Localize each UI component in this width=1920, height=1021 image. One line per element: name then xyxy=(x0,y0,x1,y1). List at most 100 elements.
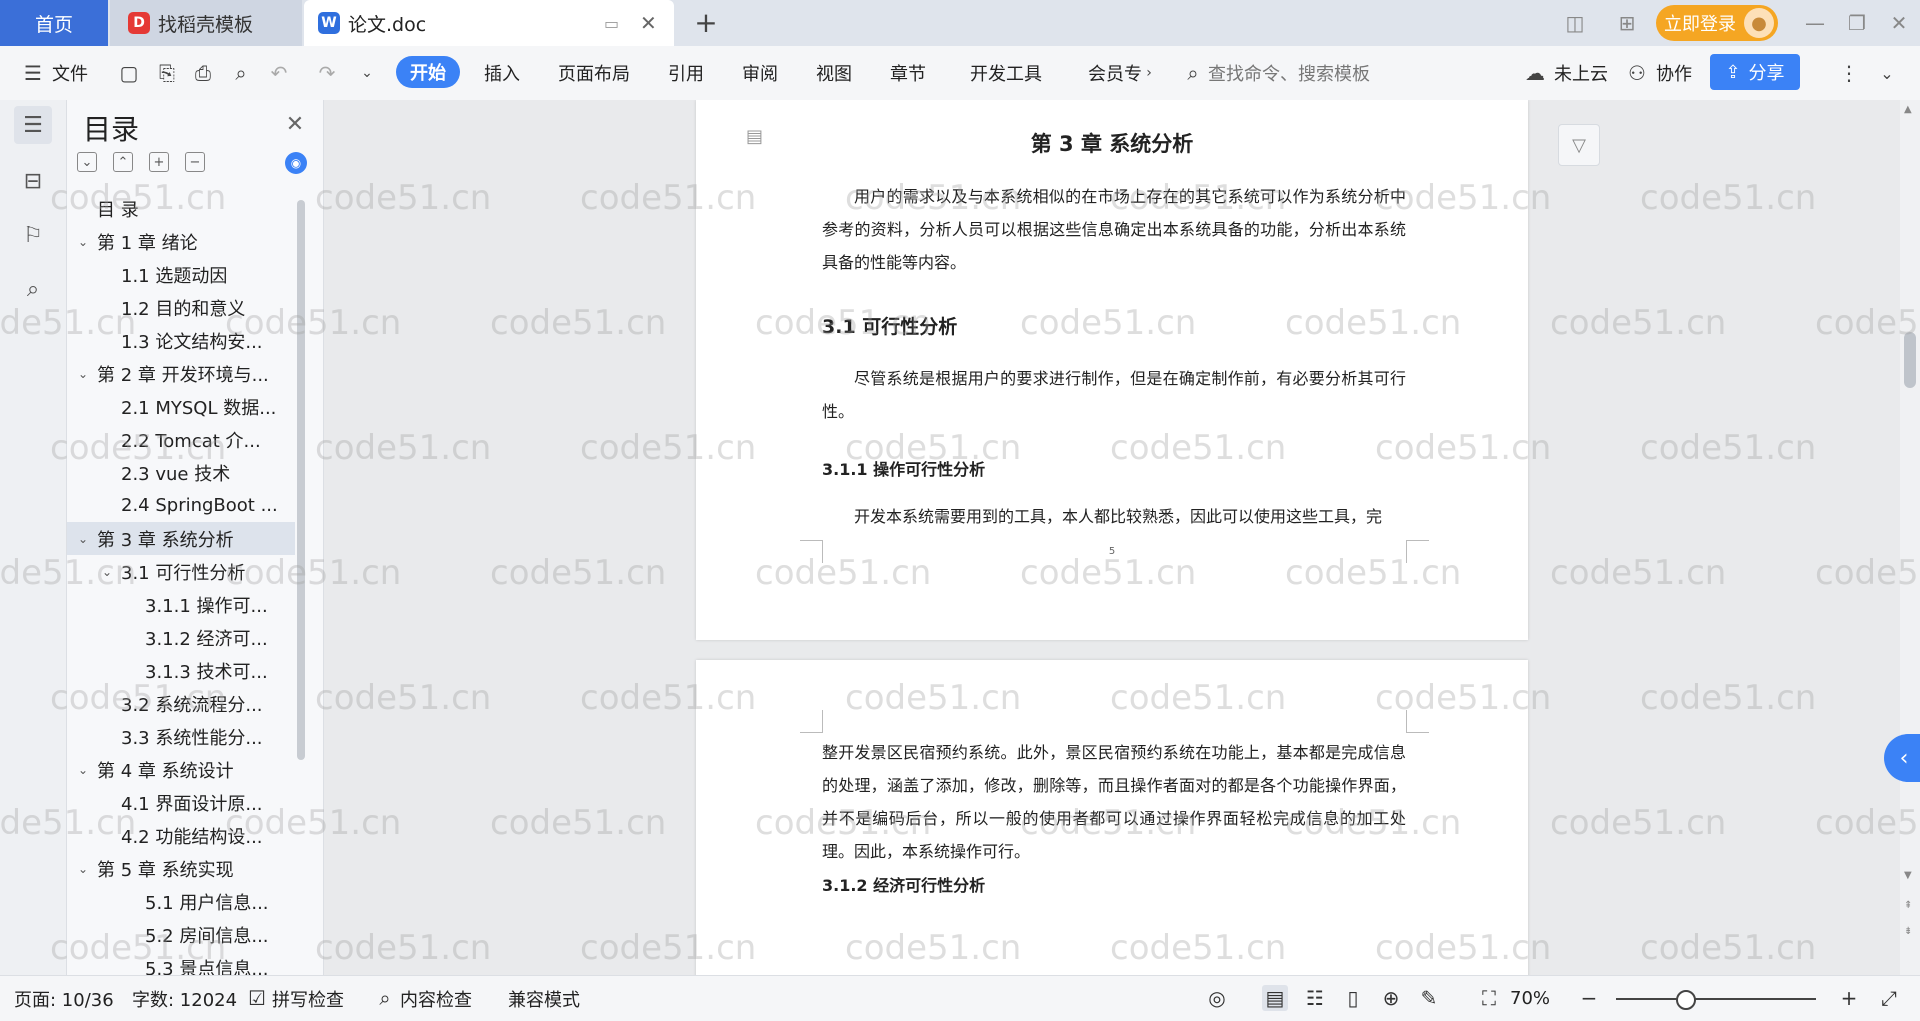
content-check-button[interactable]: 内容检查 xyxy=(400,976,472,1021)
tab-view[interactable]: 视图 xyxy=(816,46,852,100)
toc-item[interactable]: ⌄ 3.1 可行性分析 xyxy=(67,555,295,588)
page-indicator[interactable]: 页面: 10/36 xyxy=(14,976,114,1021)
toc-item[interactable]: 2.1 MYSQL 数据... xyxy=(67,390,295,423)
toc-item[interactable]: ⌄ 第 4 章 系统设计 xyxy=(67,753,295,786)
menu-icon[interactable]: ☰ xyxy=(20,60,46,86)
pin-window-icon[interactable]: ▭ xyxy=(604,14,619,33)
chevron-down-icon[interactable]: ⌄ xyxy=(75,532,91,546)
web-view-icon[interactable]: ⊕ xyxy=(1378,985,1404,1011)
toc-item[interactable]: 3.1.1 操作可... xyxy=(67,588,295,621)
tab-start[interactable]: 开始 xyxy=(396,56,460,88)
scroll-down-icon[interactable]: ▼ xyxy=(1904,870,1912,881)
write-mode-icon[interactable]: ✎ xyxy=(1416,985,1442,1011)
toc-item[interactable]: 4.1 界面设计原... xyxy=(67,786,295,819)
toc-item[interactable]: 3.1.3 技术可... xyxy=(67,654,295,687)
tab-chapter[interactable]: 章节 xyxy=(890,46,926,100)
tab-member[interactable]: 会员专 xyxy=(1088,46,1142,100)
export-icon[interactable]: ⎘ xyxy=(154,60,180,86)
toc-item[interactable]: 3.1.2 经济可... xyxy=(67,621,295,654)
file-menu[interactable]: 文件 xyxy=(52,46,88,100)
toc-scrollbar[interactable] xyxy=(297,200,305,760)
chevron-down-icon[interactable]: ⌄ xyxy=(75,763,91,777)
minimize-icon[interactable]: — xyxy=(1800,8,1830,38)
toc-item[interactable]: 1.1 选题动因 xyxy=(67,258,295,291)
page-view-icon[interactable]: ▤ xyxy=(1262,985,1288,1011)
spell-check-button[interactable]: 拼写检查 xyxy=(272,976,344,1021)
toc-item[interactable]: 3.3 系统性能分... xyxy=(67,720,295,753)
toc-item[interactable]: ⌄ 第 3 章 系统分析 xyxy=(67,522,295,555)
login-button[interactable]: 立即登录 ● xyxy=(1656,5,1778,41)
toc-item[interactable]: ⌄ 第 1 章 绪论 xyxy=(67,225,295,258)
add-heading-icon[interactable]: + xyxy=(149,152,169,172)
read-mode-icon[interactable]: ▯ xyxy=(1340,985,1366,1011)
collapse-up-icon[interactable]: ⌃ xyxy=(113,152,133,172)
share-button[interactable]: ⇪ 分享 xyxy=(1710,54,1800,90)
prev-page-icon[interactable]: ⇞ xyxy=(1904,900,1912,911)
bookmark-icon[interactable]: ⚐ xyxy=(14,216,52,254)
tab-home[interactable]: 首页 xyxy=(0,0,108,46)
print-icon[interactable]: ⎙ xyxy=(190,60,216,86)
toc-panel-icon[interactable]: ☰ xyxy=(14,106,52,144)
zoom-slider-handle[interactable] xyxy=(1676,990,1696,1010)
chapter-nav-icon[interactable]: ⊟ xyxy=(14,162,52,200)
filter-icon[interactable]: ▽ xyxy=(1558,124,1600,166)
toc-item[interactable]: 5.2 房间信息... xyxy=(67,918,295,951)
chevron-down-icon[interactable]: ⌄ xyxy=(99,565,115,579)
toc-item[interactable]: ⌄ 第 2 章 开发环境与... xyxy=(67,357,295,390)
tab-reference[interactable]: 引用 xyxy=(668,46,704,100)
undo-icon[interactable]: ↶ xyxy=(266,60,292,86)
quick-access-dropdown-icon[interactable]: ⌄ xyxy=(354,60,380,86)
close-icon[interactable]: ✕ xyxy=(281,110,309,138)
more-tabs-icon[interactable]: › xyxy=(1136,60,1162,86)
tab-template[interactable]: D 找稻壳模板 xyxy=(110,0,302,46)
toc-item[interactable]: 4.2 功能结构设... xyxy=(67,819,295,852)
scroll-up-icon[interactable]: ▲ xyxy=(1904,104,1912,115)
find-icon[interactable]: ⌕ xyxy=(14,270,52,308)
toc-item[interactable]: 3.2 系统流程分... xyxy=(67,687,295,720)
remove-heading-icon[interactable]: − xyxy=(185,152,205,172)
tab-review[interactable]: 审阅 xyxy=(742,46,778,100)
toc-item[interactable]: 2.4 SpringBoot ... xyxy=(67,489,295,522)
toc-item[interactable]: 2.3 vue 技术 xyxy=(67,456,295,489)
fullscreen-icon[interactable]: ⤢ xyxy=(1876,985,1902,1011)
toc-item[interactable]: 2.2 Tomcat 介... xyxy=(67,423,295,456)
toc-item[interactable]: 1.2 目的和意义 xyxy=(67,291,295,324)
redo-icon[interactable]: ↷ xyxy=(314,60,340,86)
vertical-scrollbar[interactable]: ▲ ▼ ⇞ ⇟ xyxy=(1900,100,1920,975)
apps-grid-icon[interactable]: ⊞ xyxy=(1612,8,1642,38)
tab-document[interactable]: W 论文.doc ▭ ✕ xyxy=(304,0,674,46)
zoom-in-icon[interactable]: + xyxy=(1836,985,1862,1011)
fit-page-icon[interactable]: ⛶ xyxy=(1476,985,1502,1011)
preview-icon[interactable]: ⌕ xyxy=(228,60,254,86)
expand-down-icon[interactable]: ⌄ xyxy=(77,152,97,172)
more-options-icon[interactable]: ⋮ xyxy=(1836,60,1862,86)
tab-page-layout[interactable]: 页面布局 xyxy=(558,46,630,100)
layout-icon[interactable]: ◫ xyxy=(1560,8,1590,38)
document-page[interactable]: ▤ 第 3 章 系统分析 用户的需求以及与本系统相似的在市场上存在的其它系统可以… xyxy=(696,100,1600,640)
toc-item[interactable]: 1.3 论文结构安... xyxy=(67,324,295,357)
toc-item[interactable]: ⌄ 第 5 章 系统实现 xyxy=(67,852,295,885)
chevron-down-icon[interactable]: ⌄ xyxy=(75,235,91,249)
toc-item[interactable]: 目 录 xyxy=(67,192,295,225)
eye-protection-icon[interactable]: ◎ xyxy=(1204,985,1230,1011)
scrollbar-thumb[interactable] xyxy=(1904,332,1916,388)
new-tab-icon[interactable]: + xyxy=(690,6,722,39)
chevron-down-icon[interactable]: ⌄ xyxy=(75,367,91,381)
toc-item[interactable]: 5.1 用户信息... xyxy=(67,885,295,918)
cloud-status[interactable]: 未上云 xyxy=(1554,46,1608,100)
outline-view-icon[interactable]: ☷ xyxy=(1302,985,1328,1011)
tab-devtools[interactable]: 开发工具 xyxy=(970,46,1042,100)
ai-assistant-icon[interactable]: ◉ xyxy=(285,152,307,174)
tab-insert[interactable]: 插入 xyxy=(484,46,520,100)
save-icon[interactable]: ▢ xyxy=(116,60,142,86)
collapse-ribbon-icon[interactable]: ⌄ xyxy=(1874,60,1900,86)
chevron-down-icon[interactable]: ⌄ xyxy=(75,862,91,876)
close-tab-icon[interactable]: ✕ xyxy=(640,11,657,35)
command-search-input[interactable]: 查找命令、搜索模板 xyxy=(1208,46,1370,100)
toc-item[interactable]: 5.3 景点信息... xyxy=(67,951,295,976)
zoom-out-icon[interactable]: − xyxy=(1576,985,1602,1011)
document-canvas[interactable]: ▤ 第 3 章 系统分析 用户的需求以及与本系统相似的在市场上存在的其它系统可以… xyxy=(324,100,1900,975)
word-count[interactable]: 字数: 12024 xyxy=(132,976,237,1021)
close-window-icon[interactable]: ✕ xyxy=(1884,8,1914,38)
document-page[interactable]: 整开发景区民宿预约系统。此外，景区民宿预约系统在功能上，基本都是完成信息的处理，… xyxy=(696,660,1528,975)
